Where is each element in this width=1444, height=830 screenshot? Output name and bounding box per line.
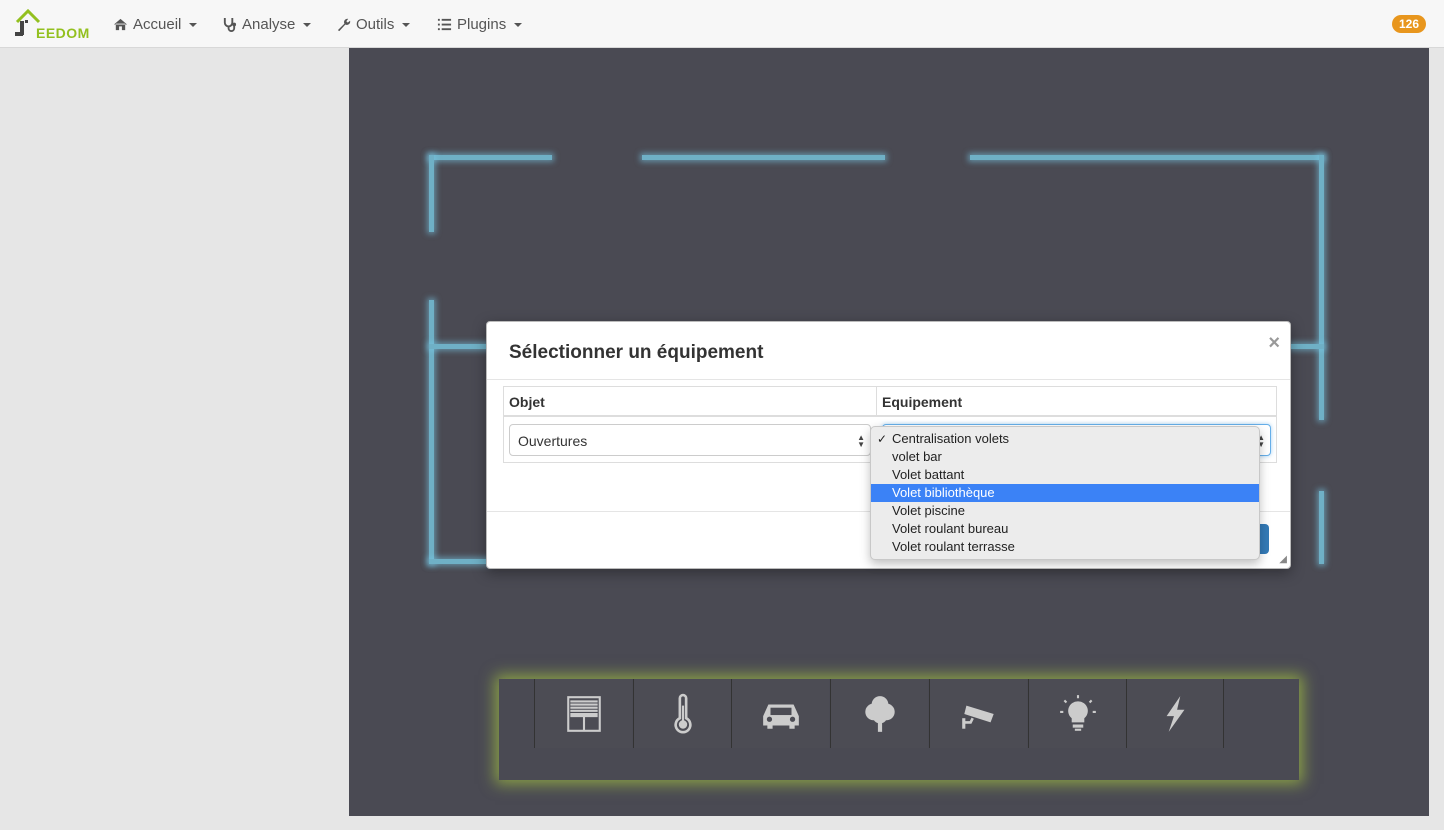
dropdown-option-label: Volet roulant terrasse bbox=[892, 539, 1015, 554]
modal-title: Sélectionner un équipement bbox=[509, 342, 764, 363]
list-icon bbox=[437, 18, 452, 30]
dropdown-option[interactable]: Volet roulant bureau bbox=[871, 520, 1259, 538]
plan-wall bbox=[429, 344, 489, 349]
stethoscope-icon bbox=[223, 17, 237, 32]
dropdown-option[interactable]: volet bar bbox=[871, 448, 1259, 466]
plan-wall bbox=[642, 155, 885, 160]
thermometer-icon bbox=[673, 693, 692, 733]
nav-analyse-label: Analyse bbox=[242, 15, 296, 33]
light-button[interactable] bbox=[1028, 679, 1126, 748]
temperature-button[interactable] bbox=[633, 679, 731, 748]
dropdown-option-label: Volet bibliothèque bbox=[892, 485, 995, 500]
object-select[interactable]: Ouvertures ▲ ▼ bbox=[509, 424, 871, 456]
plan-wall bbox=[1319, 155, 1324, 420]
top-navbar: EEDOM Accueil Analyse Outils Plugins 126 bbox=[0, 0, 1444, 48]
dropdown-option[interactable]: Volet battant bbox=[871, 466, 1259, 484]
nav-accueil[interactable]: Accueil bbox=[113, 14, 198, 34]
dropdown-option[interactable]: ✓ Centralisation volets bbox=[871, 430, 1259, 448]
nav-outils[interactable]: Outils bbox=[336, 14, 411, 34]
jeedom-logo[interactable]: EEDOM bbox=[14, 8, 89, 41]
car-icon bbox=[762, 704, 799, 729]
equipment-dropdown-list[interactable]: ✓ Centralisation volets volet bar Volet … bbox=[870, 426, 1260, 560]
plan-wall bbox=[429, 155, 552, 160]
chevron-down-icon bbox=[402, 23, 411, 27]
wrench-icon bbox=[337, 18, 351, 31]
select-arrows-icon: ▲ ▼ bbox=[857, 433, 865, 449]
garden-button[interactable] bbox=[830, 679, 928, 748]
modal-header: Sélectionner un équipement × bbox=[487, 322, 1290, 380]
chevron-down-icon bbox=[514, 23, 523, 27]
home-icon bbox=[113, 18, 128, 30]
column-header-equipment: Equipement bbox=[877, 387, 1276, 417]
chevron-down-icon bbox=[189, 23, 198, 27]
lightning-icon bbox=[1166, 695, 1185, 732]
plan-wall bbox=[1319, 491, 1324, 564]
checkmark-icon: ✓ bbox=[877, 432, 888, 446]
energy-button[interactable] bbox=[1126, 679, 1224, 748]
logo-text: EEDOM bbox=[36, 25, 90, 41]
nav-analyse[interactable]: Analyse bbox=[222, 14, 312, 34]
dropdown-option-label: Centralisation volets bbox=[892, 431, 1010, 446]
plan-wall bbox=[429, 300, 434, 564]
nav-plugins-label: Plugins bbox=[457, 15, 507, 33]
dropdown-option-label: Volet roulant bureau bbox=[892, 521, 1009, 536]
dropdown-option[interactable]: Volet roulant terrasse bbox=[871, 538, 1259, 556]
nav-outils-label: Outils bbox=[356, 15, 395, 33]
object-select-value: Ouvertures bbox=[518, 433, 588, 449]
plan-wall bbox=[1291, 344, 1324, 349]
lightbulb-icon bbox=[1059, 694, 1096, 731]
camera-button[interactable] bbox=[929, 679, 1027, 748]
camera-icon bbox=[961, 705, 994, 729]
plan-wall bbox=[429, 155, 434, 232]
dropdown-option[interactable]: Volet piscine bbox=[871, 502, 1259, 520]
device-icon-bar bbox=[499, 679, 1299, 780]
plan-wall bbox=[429, 559, 489, 564]
column-header-object: Objet bbox=[504, 387, 877, 417]
dropdown-option-label: volet bar bbox=[892, 449, 942, 464]
dropdown-option-label: Volet piscine bbox=[892, 503, 965, 518]
resize-handle-icon[interactable]: ◢ bbox=[1279, 554, 1287, 565]
notification-badge[interactable]: 126 bbox=[1392, 15, 1426, 33]
dropdown-option-highlighted[interactable]: Volet bibliothèque bbox=[871, 484, 1259, 502]
car-button[interactable] bbox=[731, 679, 829, 748]
plan-wall bbox=[970, 155, 1324, 160]
nav-accueil-label: Accueil bbox=[133, 15, 182, 33]
tree-icon bbox=[864, 695, 895, 732]
dropdown-option-label: Volet battant bbox=[892, 467, 965, 482]
shutter-icon bbox=[566, 695, 601, 732]
close-button[interactable]: × bbox=[1268, 332, 1280, 355]
chevron-down-icon bbox=[303, 23, 312, 27]
shutter-button[interactable] bbox=[534, 679, 632, 748]
nav-plugins[interactable]: Plugins bbox=[437, 14, 523, 34]
